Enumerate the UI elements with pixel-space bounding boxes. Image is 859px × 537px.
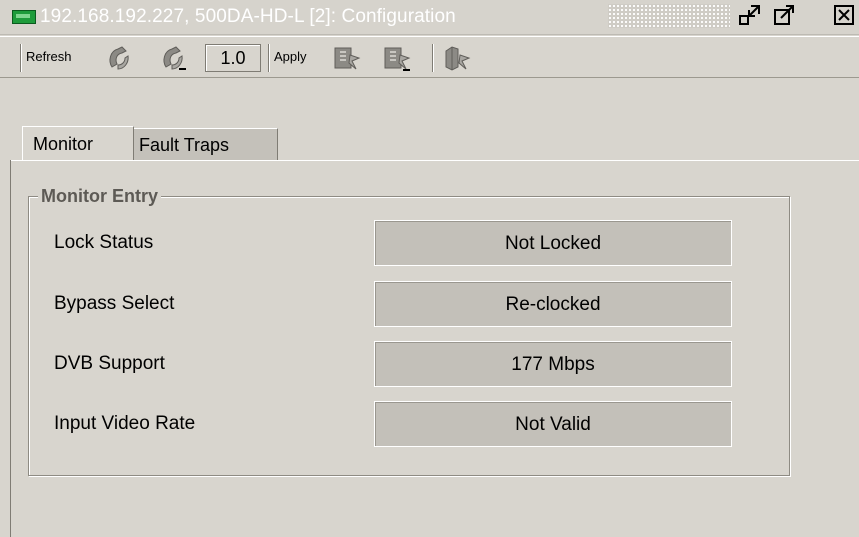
toolbar: Refresh 1.0 Apply — [0, 36, 859, 78]
tab-monitor[interactable]: Monitor — [22, 126, 134, 160]
panel-edge — [0, 160, 11, 537]
tab-divider — [10, 160, 859, 161]
refresh-button[interactable]: Refresh — [26, 49, 72, 64]
toolbar-separator — [432, 44, 434, 72]
detach-icon[interactable] — [773, 4, 795, 26]
dvb-support-label: DVB Support — [54, 353, 165, 374]
refresh-all-icon[interactable] — [158, 43, 188, 73]
bypass-select-value: Re-clocked — [374, 281, 732, 327]
version-field[interactable]: 1.0 — [205, 44, 261, 72]
input-video-rate-value: Not Valid — [374, 401, 732, 447]
bypass-select-label: Bypass Select — [54, 293, 175, 314]
title-grip[interactable] — [608, 4, 730, 28]
apply-button[interactable]: Apply — [274, 49, 307, 64]
device-card-icon — [12, 10, 36, 24]
toolbar-separator — [20, 44, 22, 72]
toolbar-separator — [268, 44, 270, 72]
minimize-icon[interactable] — [739, 4, 761, 26]
tab-fault-traps[interactable]: Fault Traps — [128, 128, 278, 160]
refresh-icon[interactable] — [104, 43, 134, 73]
group-title: Monitor Entry — [38, 186, 161, 207]
configuration-window: 192.168.192.227, 500DA-HD-L [2]: Configu… — [0, 0, 859, 537]
apply-icon[interactable] — [332, 43, 362, 73]
close-icon[interactable] — [833, 4, 855, 26]
dvb-support-value: 177 Mbps — [374, 341, 732, 387]
lock-status-value: Not Locked — [374, 220, 732, 266]
lock-status-label: Lock Status — [54, 232, 154, 253]
apply-all-icon[interactable] — [382, 43, 412, 73]
input-video-rate-label: Input Video Rate — [54, 413, 196, 434]
window-title: 192.168.192.227, 500DA-HD-L [2]: Configu… — [40, 6, 456, 27]
title-bar[interactable]: 192.168.192.227, 500DA-HD-L [2]: Configu… — [0, 0, 859, 35]
apply-device-icon[interactable] — [442, 43, 472, 73]
